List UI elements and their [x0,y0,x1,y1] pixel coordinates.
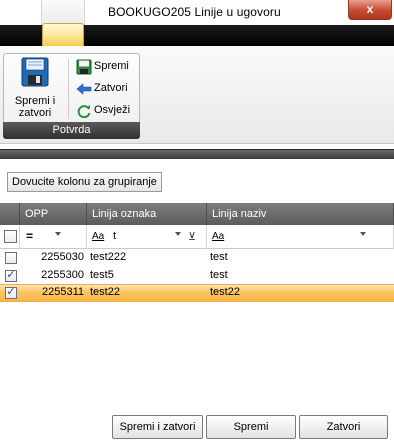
case-sensitive-icon[interactable]: Aa [212,231,224,242]
filter-cell-naziv[interactable]: Aa [207,225,394,249]
select-all-checkbox[interactable] [4,230,17,243]
save-ribbon-button[interactable]: Spremi [74,57,138,77]
clear-filter-icon[interactable]: ⊻ [188,230,196,243]
column-header-oznaka[interactable]: Linija oznaka [87,203,207,225]
filter-row: = Aa t ⊻ Aa [0,225,394,249]
close-ribbon-button[interactable]: Zatvori [74,79,138,99]
cell-naziv: test [210,251,228,263]
filter-cell-check [0,225,20,249]
arrow-left-icon [76,83,92,95]
panel-splitter[interactable] [0,149,394,159]
table-row-selected[interactable]: ✓ 2255311 test22 test22 [0,284,394,302]
refresh-icon [77,105,91,119]
chevron-down-icon[interactable] [175,232,181,236]
cell-naziv: test [210,269,228,281]
filter-cell-oznaka[interactable]: Aa t ⊻ [87,225,207,249]
close-button[interactable]: Zatvori [299,415,388,439]
case-sensitive-icon[interactable]: Aa [92,231,104,242]
save-close-ribbon-button[interactable]: Spremi i zatvori [7,55,63,121]
ribbon-group-label: Potvrda [3,122,140,139]
close-ribbon-label: Zatvori [94,82,128,94]
groupby-panel[interactable]: Dovucite kolonu za grupiranje [0,159,394,203]
cell-opp: 2255300 [41,269,84,281]
row-checkbox[interactable]: ✓ [5,287,17,299]
column-header-opp[interactable]: OPP [20,203,87,225]
save-close-ribbon-label: Spremi i zatvori [14,95,56,119]
ribbon-separator [68,59,69,119]
filter-cell-opp[interactable]: = [20,225,87,249]
save-button[interactable]: Spremi [206,415,296,439]
table-row[interactable]: ✓ 2255300 test5 test [0,267,394,285]
row-checkbox[interactable]: ✓ [5,270,17,282]
chevron-down-icon[interactable] [360,232,366,236]
refresh-ribbon-label: Osvježi [94,104,131,116]
cell-naziv: test22 [210,286,240,298]
column-header-naziv[interactable]: Linija naziv [207,203,394,225]
floppy-save-icon [76,59,92,75]
save-ribbon-label: Spremi [94,60,129,72]
cell-oznaka: test22 [90,286,120,298]
header-checkbox-column[interactable] [0,203,20,225]
window-close-button[interactable]: x [348,0,392,20]
ribbon-tab-home[interactable] [42,23,84,46]
row-checkbox[interactable] [5,252,17,264]
groupby-hint[interactable]: Dovucite kolonu za grupiranje [7,172,162,192]
refresh-ribbon-button[interactable]: Osvježi [74,101,138,121]
save-close-button[interactable]: Spremi i zatvori [112,415,203,439]
cell-oznaka: test222 [90,251,127,263]
table-row[interactable]: 2255030 test222 test [0,249,394,267]
title-bar: BOOKUGO205 Linije u ugovoru x [0,0,394,25]
cell-opp: 2255030 [41,251,84,263]
cell-opp: 2255311 [41,286,84,298]
floppy-save-close-icon [21,57,49,87]
filter-oznaka-input[interactable]: t [113,230,116,242]
chevron-down-icon[interactable] [55,232,61,236]
filter-operator[interactable]: = [26,229,33,243]
cell-oznaka: test5 [90,269,114,281]
window-title: BOOKUGO205 Linije u ugovoru [108,5,281,19]
quick-access-tab [41,0,85,25]
